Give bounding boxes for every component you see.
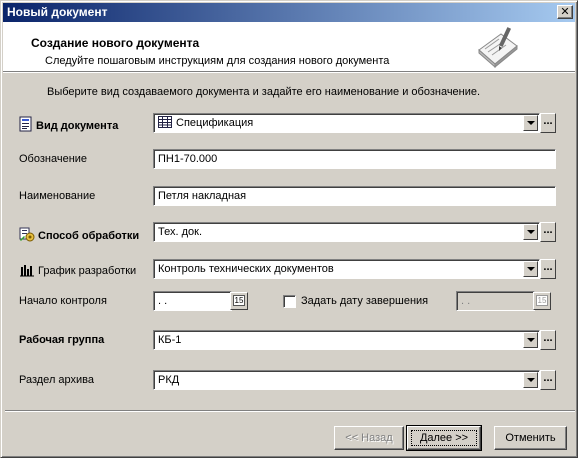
footer-divider: [5, 410, 575, 412]
header-title: Создание нового документа: [31, 36, 200, 50]
schedule-value: Контроль технических документов: [158, 263, 334, 275]
designation-field[interactable]: ПН1-70.000: [153, 149, 556, 169]
processing-icon: [19, 226, 35, 245]
cancel-button[interactable]: Отменить: [494, 426, 567, 450]
work-group-value: КБ-1: [158, 334, 182, 346]
control-start-date-field[interactable]: . .: [153, 291, 232, 311]
set-end-date-checkbox[interactable]: [283, 295, 296, 308]
name-field[interactable]: Петля накладная: [153, 186, 556, 206]
name-label: Наименование: [19, 190, 96, 202]
header-divider: [3, 72, 575, 73]
chevron-down-icon[interactable]: [523, 261, 538, 277]
control-start-label: Начало контроля: [19, 295, 107, 307]
chevron-down-icon[interactable]: [523, 332, 538, 348]
set-end-date-label: Задать дату завершения: [301, 295, 429, 307]
processing-browse-button[interactable]: ...: [540, 222, 556, 242]
chevron-down-icon[interactable]: [523, 115, 538, 131]
doc-type-label-text: Вид документа: [36, 120, 119, 132]
work-group-select[interactable]: КБ-1: [153, 330, 540, 350]
chevron-down-icon[interactable]: [523, 224, 538, 240]
new-document-dialog: Новый документ ✕ Создание нового докумен…: [0, 0, 578, 458]
close-button[interactable]: ✕: [557, 5, 573, 19]
processing-value: Тех. док.: [158, 226, 202, 238]
archive-select[interactable]: РКД: [153, 370, 540, 390]
doc-type-select[interactable]: Спецификация: [153, 113, 540, 133]
schedule-browse-button[interactable]: ...: [540, 259, 556, 279]
work-group-browse-button[interactable]: ...: [540, 330, 556, 350]
processing-select[interactable]: Тех. док.: [153, 222, 540, 242]
end-date-field: . .: [456, 291, 535, 311]
back-button[interactable]: << Назад: [334, 426, 404, 450]
archive-value: РКД: [158, 374, 180, 386]
designation-label: Обозначение: [19, 153, 88, 165]
work-group-label: Рабочая группа: [19, 334, 105, 346]
intro-text: Выберите вид создаваемого документа и за…: [47, 86, 481, 98]
focus-ring: [411, 430, 477, 446]
schedule-label-text: График разработки: [38, 265, 137, 277]
archive-browse-button[interactable]: ...: [540, 370, 556, 390]
chart-icon: [19, 263, 35, 280]
wizard-header: Создание нового документа Следуйте пошаг…: [3, 22, 575, 72]
schedule-select[interactable]: Контроль технических документов: [153, 259, 540, 279]
processing-label: Способ обработки: [19, 226, 139, 245]
window-title: Новый документ: [7, 5, 108, 19]
end-date-calendar-button: 15: [533, 292, 551, 310]
doc-type-label: Вид документа: [19, 116, 118, 135]
wizard-document-icon: [478, 27, 518, 68]
close-icon[interactable]: ✕: [560, 6, 569, 18]
title-bar: Новый документ ✕: [3, 3, 575, 22]
archive-label: Раздел архива: [19, 374, 95, 386]
processing-label-text: Способ обработки: [38, 230, 140, 242]
chevron-down-icon[interactable]: [523, 372, 538, 388]
next-button[interactable]: Далее >>: [406, 425, 482, 451]
header-subtitle: Следуйте пошаговым инструкциям для созда…: [45, 55, 390, 67]
doc-type-value: Спецификация: [176, 117, 254, 129]
calendar-icon: 15: [536, 295, 548, 306]
calendar-icon: 15: [233, 295, 245, 306]
control-start-calendar-button[interactable]: 15: [230, 292, 248, 310]
spec-table-icon: [158, 116, 172, 132]
doc-type-browse-button[interactable]: ...: [540, 113, 556, 133]
document-type-icon: [19, 116, 33, 135]
schedule-label: График разработки: [19, 263, 136, 280]
